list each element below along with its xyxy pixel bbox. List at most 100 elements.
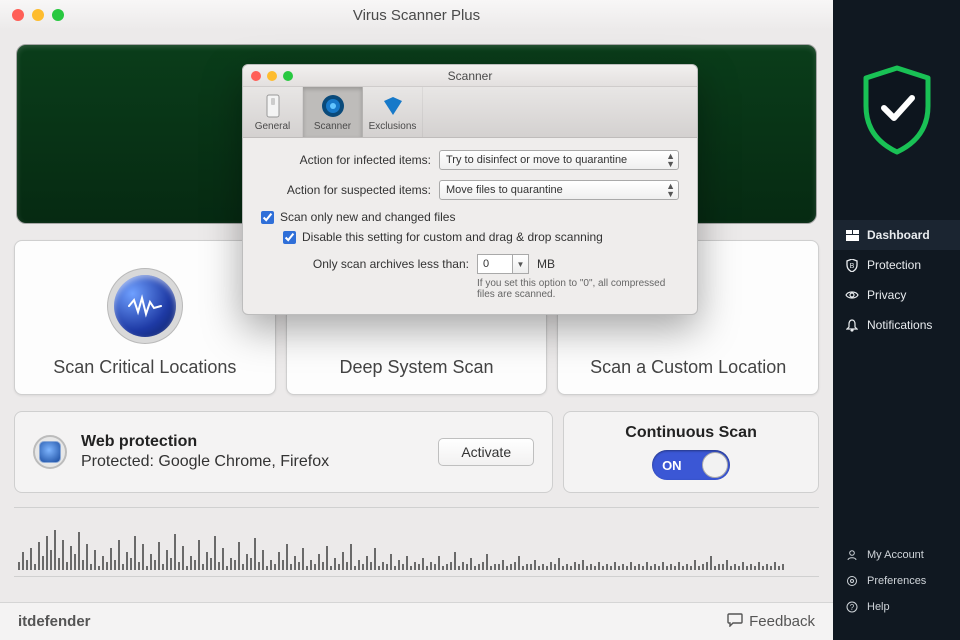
wave-bar bbox=[618, 566, 620, 570]
wave-bar bbox=[130, 558, 132, 570]
web-protection-title: Web protection bbox=[81, 433, 438, 451]
wave-bar bbox=[142, 544, 144, 570]
wave-bar bbox=[478, 564, 480, 570]
wave-bar bbox=[546, 566, 548, 570]
archive-limit-unit: MB bbox=[537, 257, 555, 271]
wave-bar bbox=[70, 546, 72, 570]
wave-bar bbox=[182, 546, 184, 570]
wave-bar bbox=[574, 562, 576, 570]
exclusions-icon bbox=[380, 93, 406, 119]
suspected-action-label: Action for suspected items: bbox=[261, 183, 431, 197]
wave-bar bbox=[694, 560, 696, 570]
activate-button[interactable]: Activate bbox=[438, 438, 534, 466]
sidebar-item-dashboard[interactable]: Dashboard bbox=[833, 220, 960, 250]
wave-bar bbox=[658, 566, 660, 570]
wave-bar bbox=[698, 566, 700, 570]
wave-bar bbox=[606, 564, 608, 570]
tab-general[interactable]: General bbox=[243, 87, 303, 137]
sidebar-item-privacy[interactable]: Privacy bbox=[833, 280, 960, 310]
sidebar-item-preferences[interactable]: Preferences bbox=[833, 568, 960, 594]
wave-bar bbox=[382, 562, 384, 570]
wave-bar bbox=[534, 560, 536, 570]
preferences-dialog: Scanner General Scanner Exclusions Actio… bbox=[242, 64, 698, 315]
wave-bar bbox=[594, 566, 596, 570]
wave-bar bbox=[314, 564, 316, 570]
scan-new-changed-input[interactable] bbox=[261, 211, 274, 224]
wave-bar bbox=[50, 550, 52, 570]
feedback-button[interactable]: Feedback bbox=[727, 613, 815, 631]
wave-bar bbox=[586, 566, 588, 570]
archive-hint: If you set this option to "0", all compr… bbox=[477, 278, 679, 300]
wave-bar bbox=[410, 566, 412, 570]
wave-bar bbox=[338, 564, 340, 570]
wave-bar bbox=[354, 566, 356, 570]
wave-bar bbox=[154, 560, 156, 570]
wave-bar bbox=[294, 556, 296, 570]
general-icon bbox=[260, 93, 286, 119]
wave-bar bbox=[518, 556, 520, 570]
wave-bar bbox=[742, 562, 744, 570]
wave-bar bbox=[206, 552, 208, 570]
scan-critical-button[interactable]: Scan Critical Locations bbox=[14, 240, 276, 395]
wave-bar bbox=[582, 560, 584, 570]
disable-custom-checkbox[interactable]: Disable this setting for custom and drag… bbox=[283, 230, 679, 244]
gear-icon bbox=[845, 575, 859, 587]
wave-bar bbox=[274, 564, 276, 570]
scan-new-changed-checkbox[interactable]: Scan only new and changed files bbox=[261, 210, 679, 224]
web-protection-panel: Web protection Protected: Google Chrome,… bbox=[14, 411, 553, 493]
wave-bar bbox=[454, 552, 456, 570]
wave-bar bbox=[502, 560, 504, 570]
continuous-scan-title: Continuous Scan bbox=[625, 424, 757, 442]
sidebar-item-help[interactable]: ? Help bbox=[833, 594, 960, 620]
wave-bar bbox=[706, 562, 708, 570]
wave-bar bbox=[230, 558, 232, 570]
wave-bar bbox=[602, 566, 604, 570]
wave-bar bbox=[286, 544, 288, 570]
disable-custom-input[interactable] bbox=[283, 231, 296, 244]
wave-bar bbox=[62, 540, 64, 570]
wave-bar bbox=[406, 556, 408, 570]
wave-bar bbox=[54, 530, 56, 570]
wave-bar bbox=[222, 548, 224, 570]
tab-exclusions[interactable]: Exclusions bbox=[363, 87, 423, 137]
tab-scanner[interactable]: Scanner bbox=[303, 87, 363, 137]
wave-bar bbox=[646, 562, 648, 570]
wave-bar bbox=[342, 552, 344, 570]
suspected-action-select[interactable]: Move files to quarantine ▲▼ bbox=[439, 180, 679, 200]
wave-bar bbox=[550, 562, 552, 570]
wave-bar bbox=[246, 554, 248, 570]
continuous-scan-toggle[interactable]: ON bbox=[652, 450, 730, 480]
wave-bar bbox=[318, 554, 320, 570]
wave-bar bbox=[498, 564, 500, 570]
stepper-arrow-icon[interactable]: ▼ bbox=[512, 255, 528, 273]
wave-bar bbox=[290, 564, 292, 570]
sidebar-item-label: Notifications bbox=[867, 318, 932, 332]
wave-bar bbox=[458, 566, 460, 570]
wave-bar bbox=[370, 562, 372, 570]
continuous-scan-panel: Continuous Scan ON bbox=[563, 411, 819, 493]
wave-bar bbox=[330, 566, 332, 570]
wave-bar bbox=[82, 560, 84, 570]
sidebar-item-protection[interactable]: B Protection bbox=[833, 250, 960, 280]
wave-bar bbox=[702, 564, 704, 570]
wave-bar bbox=[350, 544, 352, 570]
wave-bar bbox=[298, 562, 300, 570]
wave-bar bbox=[250, 558, 252, 570]
infected-action-select[interactable]: Try to disinfect or move to quarantine ▲… bbox=[439, 150, 679, 170]
sidebar-item-account[interactable]: My Account bbox=[833, 542, 960, 568]
wave-bar bbox=[758, 562, 760, 570]
infected-action-value: Try to disinfect or move to quarantine bbox=[446, 154, 627, 166]
wave-bar bbox=[270, 560, 272, 570]
archive-limit-input[interactable]: 0 ▼ bbox=[477, 254, 529, 274]
sidebar-item-notifications[interactable]: Notifications bbox=[833, 310, 960, 340]
wave-bar bbox=[378, 566, 380, 570]
wave-bar bbox=[782, 564, 784, 570]
wave-bar bbox=[390, 554, 392, 570]
bell-icon bbox=[845, 319, 859, 332]
wave-bar bbox=[22, 552, 24, 570]
wave-bar bbox=[634, 566, 636, 570]
toggle-knob-icon bbox=[702, 452, 728, 478]
wave-bar bbox=[242, 564, 244, 570]
wave-bar bbox=[774, 562, 776, 570]
wave-bar bbox=[610, 566, 612, 570]
